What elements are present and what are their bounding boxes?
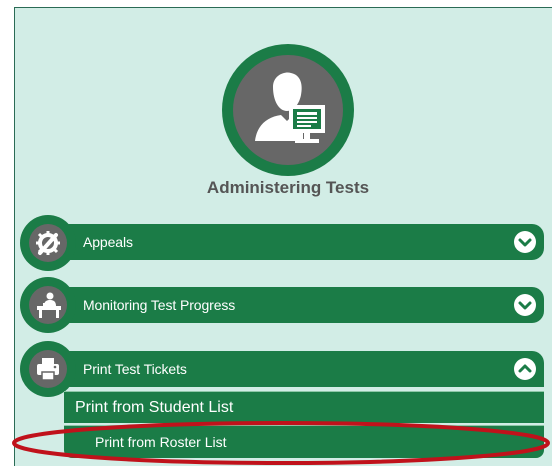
submenu-item-print-from-student-list[interactable]: Print from Student List <box>64 391 544 423</box>
accordion-item-label: Print Test Tickets <box>83 361 187 377</box>
print-icon-badge[interactable] <box>20 341 76 397</box>
accordion-item-monitoring-test-progress[interactable]: Monitoring Test Progress <box>30 287 544 323</box>
printer-icon <box>37 358 59 381</box>
accordion-item-appeals[interactable]: Appeals <box>30 224 544 260</box>
monitoring-icon-badge[interactable] <box>20 277 76 333</box>
section-title: Administering Tests <box>206 178 370 197</box>
highlight-annotation-ellipse <box>12 421 550 465</box>
chevron-up-icon[interactable] <box>514 358 536 380</box>
accordion-item-label: Monitoring Test Progress <box>83 297 236 313</box>
test-administrator-computer-icon <box>255 72 325 143</box>
proctor-desk-icon <box>37 292 61 318</box>
appeals-icon-badge[interactable] <box>20 215 76 271</box>
accordion-item-print-test-tickets[interactable]: Print Test Tickets <box>30 351 544 387</box>
tools-gear-icon <box>36 231 60 255</box>
chevron-down-icon[interactable] <box>514 231 536 253</box>
accordion-item-label: Appeals <box>83 234 133 250</box>
chevron-down-icon[interactable] <box>514 294 536 316</box>
